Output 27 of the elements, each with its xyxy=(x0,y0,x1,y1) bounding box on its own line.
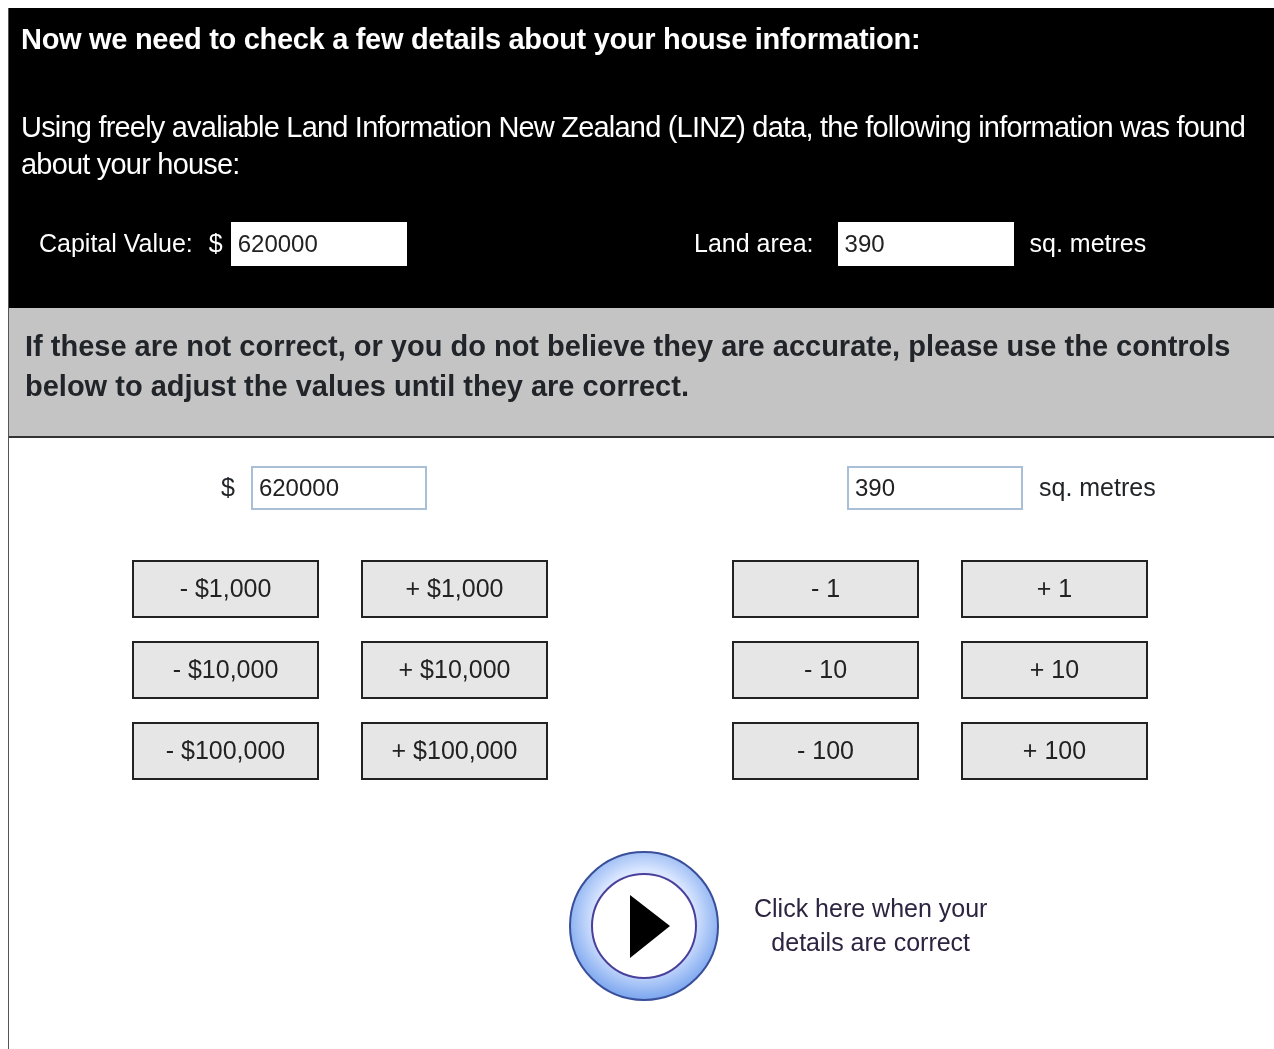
page-heading: Now we need to check a few details about your house information: xyxy=(21,22,922,57)
unit-label: sq. metres xyxy=(1039,472,1156,504)
land-area-field[interactable]: 390 xyxy=(847,466,1023,510)
adjust-button[interactable]: + 1 xyxy=(961,560,1148,618)
continue-text: Click here when your details are correct xyxy=(754,893,988,958)
adjust-button[interactable]: + $1,000 xyxy=(361,560,548,618)
field-label: Capital Value: xyxy=(39,228,193,260)
adjust-button[interactable]: - 100 xyxy=(732,722,919,780)
capital-value-field[interactable]: 620000 xyxy=(250,466,427,510)
adjust-button[interactable]: + $10,000 xyxy=(361,641,548,699)
unit-label: sq. metres xyxy=(1029,228,1147,260)
adjust-button[interactable]: - $100,000 xyxy=(132,722,319,780)
adjust-button[interactable]: - $10,000 xyxy=(132,641,319,699)
adjust-button[interactable]: - 1 xyxy=(732,560,919,618)
land-area-field[interactable]: 390 xyxy=(837,222,1014,267)
adjust-button[interactable]: + 100 xyxy=(961,722,1148,780)
field-label: Land area: xyxy=(694,228,814,260)
currency-label: $ xyxy=(208,228,223,260)
adjust-button[interactable]: + $100,000 xyxy=(361,722,548,780)
adjust-button[interactable]: + 10 xyxy=(961,641,1148,699)
capital-value-field[interactable]: 620000 xyxy=(230,222,407,267)
adjust-button[interactable]: - $1,000 xyxy=(132,560,319,618)
play-button[interactable] xyxy=(568,850,720,1002)
intro-text: Using freely avaliable Land Information New Zealand (LINZ) data, the following information was found about your house: xyxy=(21,109,1247,183)
adjust-button[interactable]: - 10 xyxy=(732,641,919,699)
notice-text: If these are not correct, or you do not believe they are accurate, please use the controls below to adjust the values until they are correct. xyxy=(25,329,1232,404)
currency-label: $ xyxy=(221,472,235,504)
